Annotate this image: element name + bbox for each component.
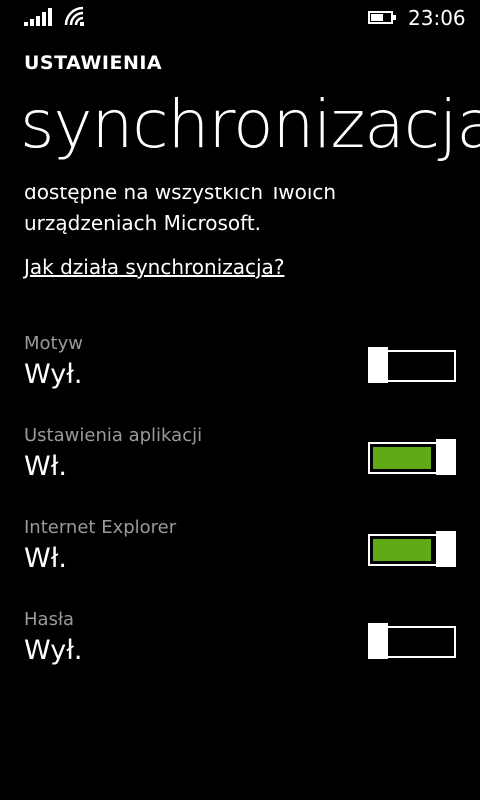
setting-label: Ustawienia aplikacji: [24, 425, 203, 446]
toggle-switch[interactable]: [368, 623, 456, 659]
toggle-fill: [373, 447, 431, 469]
setting-state: Wył.: [24, 359, 83, 390]
setting-hasla: Hasła Wył.: [0, 609, 480, 691]
setting-label: Internet Explorer: [24, 517, 177, 538]
toggle-knob[interactable]: [368, 623, 388, 659]
setting-ustawienia-aplikacji: Ustawienia aplikacji Wł.: [0, 425, 480, 507]
wifi-icon: [64, 6, 84, 26]
app-title: USTAWIENIA: [24, 52, 163, 74]
toggle-switch[interactable]: [368, 531, 456, 567]
toggle-knob[interactable]: [368, 347, 388, 383]
description-line-partial: dostępne na wszystkich Twoich: [24, 187, 337, 204]
battery-icon: [368, 11, 396, 24]
toggle-fill: [373, 539, 431, 561]
signal-icon: [24, 8, 52, 26]
toggle-switch[interactable]: [368, 439, 456, 475]
status-bar: 23:06: [0, 0, 480, 36]
clock: 23:06: [408, 6, 466, 30]
page-title: synchronizacja: [20, 86, 480, 163]
setting-motyw: Motyw Wył.: [0, 333, 480, 415]
toggle-knob[interactable]: [436, 439, 456, 475]
setting-internet-explorer: Internet Explorer Wł.: [0, 517, 480, 599]
setting-state: Wł.: [24, 543, 67, 574]
description-text: urządzeniach Microsoft.: [24, 211, 262, 235]
setting-state: Wł.: [24, 451, 67, 482]
toggle-switch[interactable]: [368, 347, 456, 383]
help-link[interactable]: Jak działa synchronizacja?: [24, 255, 284, 279]
setting-label: Hasła: [24, 609, 75, 630]
setting-state: Wył.: [24, 635, 83, 666]
toggle-knob[interactable]: [436, 531, 456, 567]
setting-label: Motyw: [24, 333, 83, 354]
